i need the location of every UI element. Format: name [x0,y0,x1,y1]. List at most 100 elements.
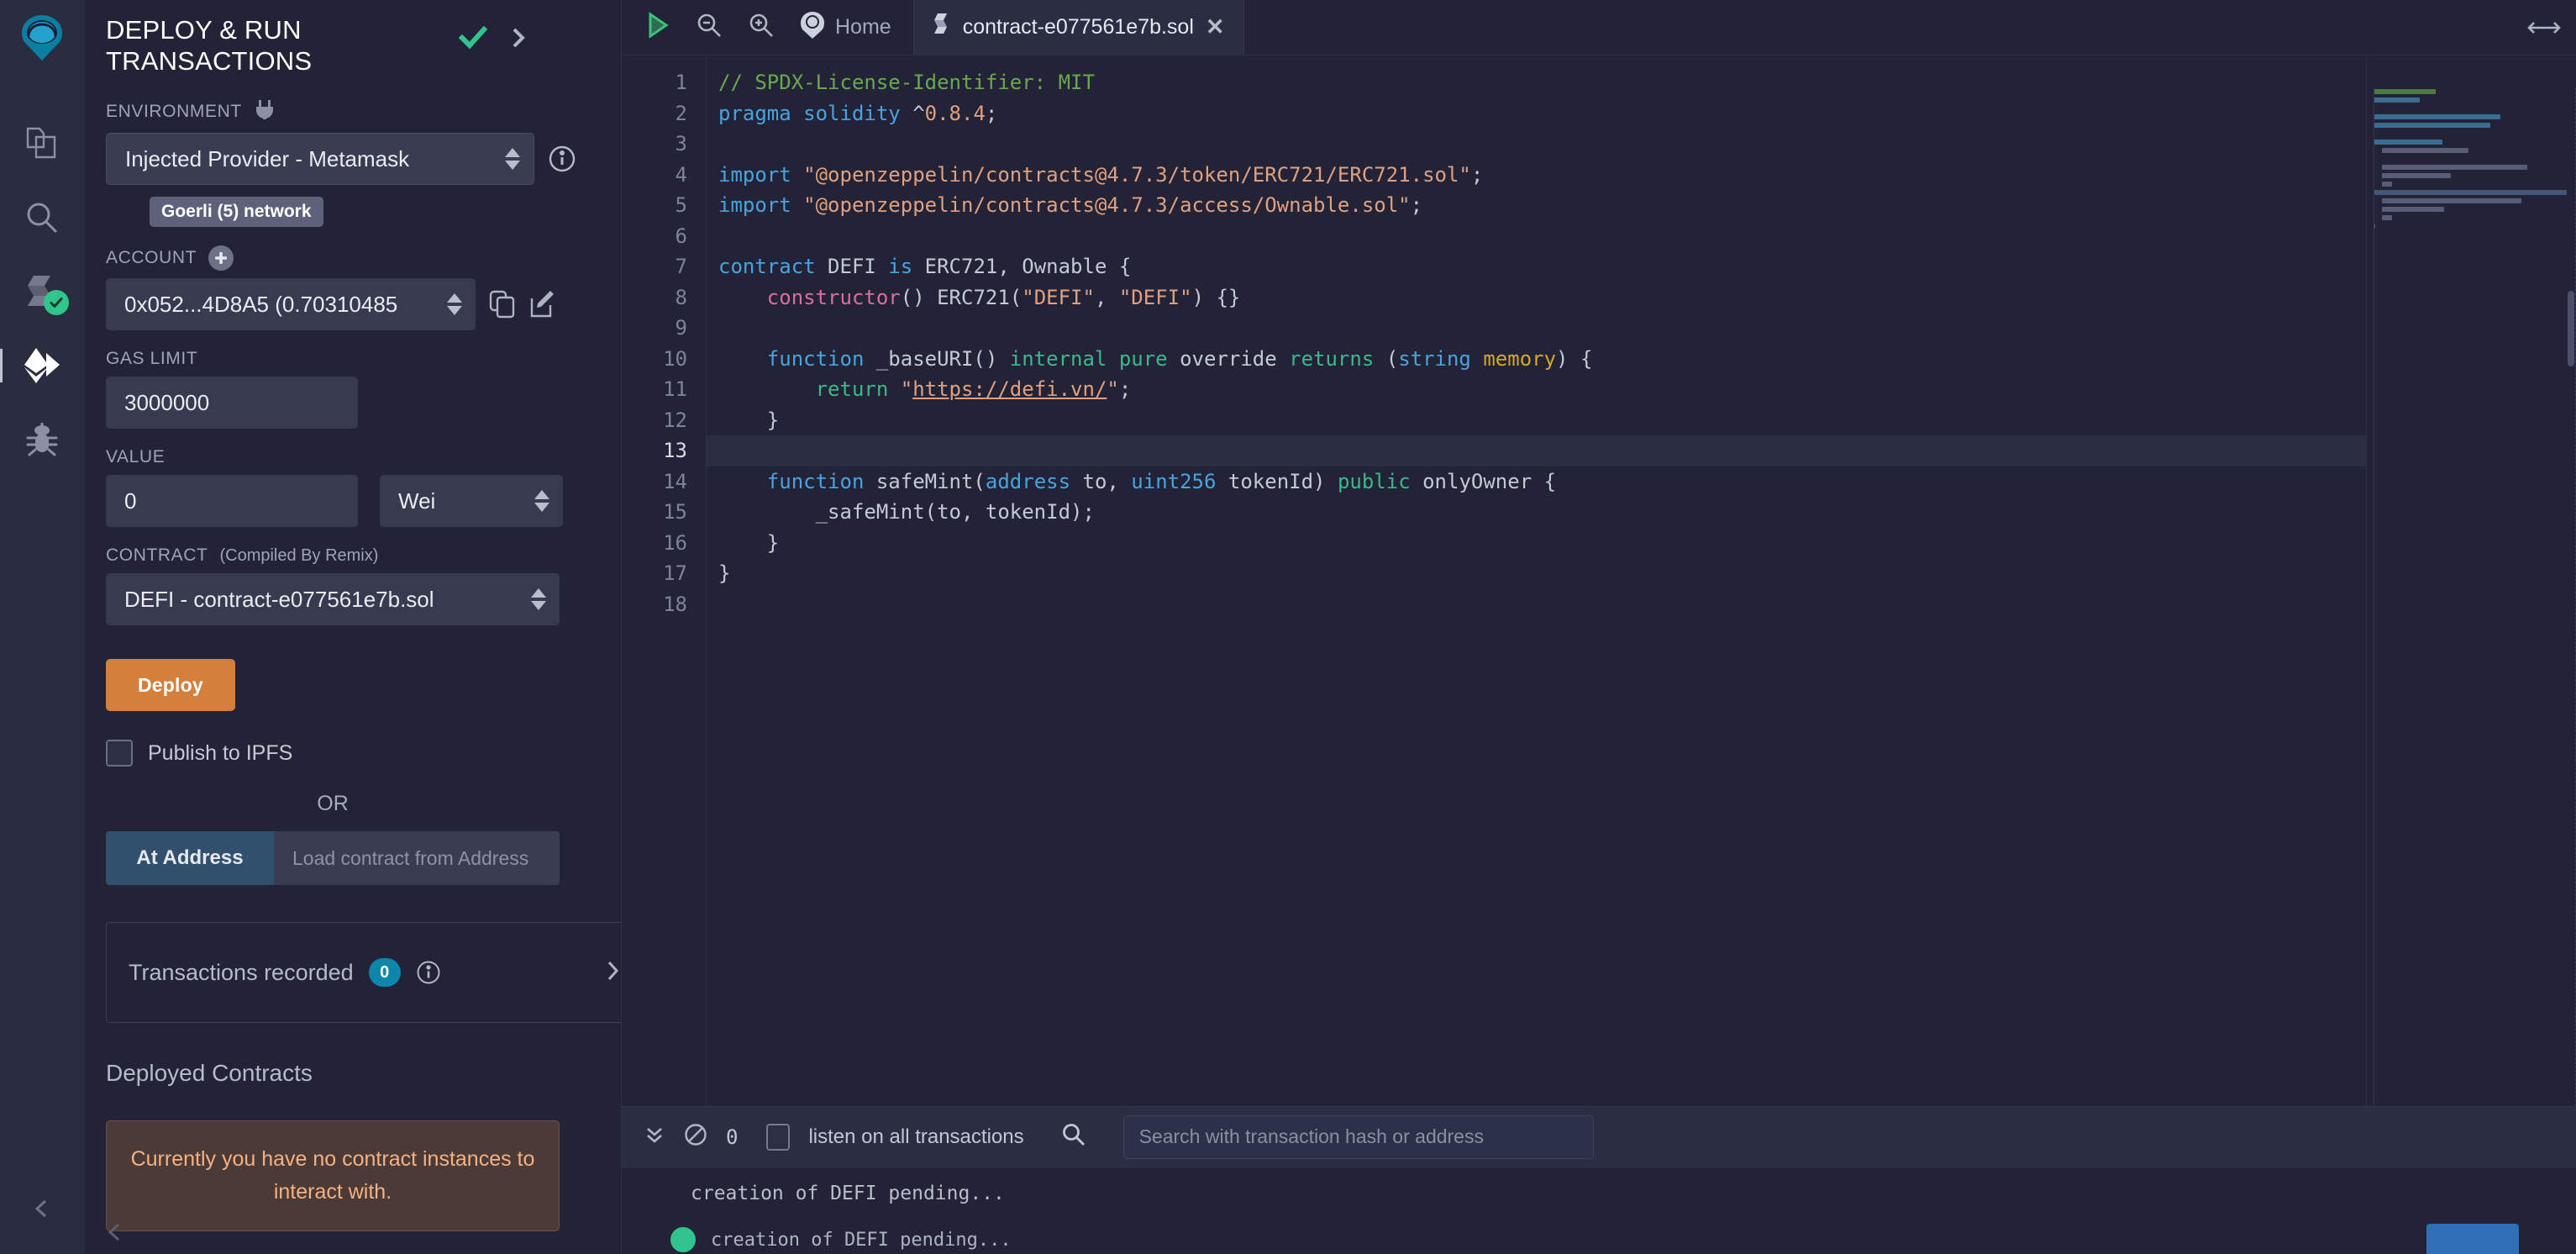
at-address-button[interactable]: At Address [106,831,274,886]
code-line[interactable]: function _baseURI() internal pure overri… [707,344,2366,375]
code-line[interactable] [707,313,2366,344]
listen-all-checkbox[interactable] [766,1123,791,1151]
tab-contract-file[interactable]: contract-e077561e7b.sol ✕ [912,0,1244,55]
editor-minimap[interactable] [2366,55,2576,1106]
checkmark-icon[interactable] [458,25,488,55]
environment-label: ENVIRONMENT [106,98,599,125]
page-title: DEPLOY & RUN TRANSACTIONS [106,15,313,76]
plus-circle-icon[interactable] [208,245,234,271]
environment-info-icon[interactable] [548,145,576,173]
line-number: 12 [663,408,687,432]
edit-icon[interactable] [529,290,556,319]
transactions-info-icon[interactable] [416,960,441,985]
code-line[interactable]: return "https://defi.vn/"; [707,374,2366,405]
line-number: 11 [663,377,687,401]
publish-ipfs-checkbox[interactable] [106,740,133,767]
success-circle-icon [670,1227,696,1252]
gas-limit-input[interactable]: 3000000 [106,377,358,429]
at-address-input[interactable]: Load contract from Address [274,831,560,886]
deploy-run-panel: DEPLOY & RUN TRANSACTIONS ENVIRONMENT In… [84,0,622,1254]
code-line[interactable]: } [707,558,2366,589]
code-line[interactable]: } [707,405,2366,436]
editor-tabbar: Home contract-e077561e7b.sol ✕ [622,0,2576,55]
terminal-search-input[interactable]: Search with transaction hash or address [1122,1114,1594,1159]
line-number: 15 [663,500,687,524]
bug-icon [25,421,59,458]
zoom-in-icon[interactable] [748,12,775,43]
editor-scrollbar[interactable] [2564,55,2576,1106]
code-line[interactable]: _safeMint(to, tokenId); [707,497,2366,528]
contract-select[interactable]: DEFI - contract-e077561e7b.sol [106,573,560,626]
contract-value: DEFI - contract-e077561e7b.sol [124,586,434,612]
publish-ipfs-row[interactable]: Publish to IPFS [106,740,599,767]
search-icon [24,200,60,235]
code-line[interactable] [707,435,2366,466]
double-chevron-down-icon[interactable] [644,1124,665,1150]
chevron-updown-icon [447,293,462,316]
sidebar-item-search[interactable] [0,181,84,255]
gas-limit-value: 3000000 [124,389,210,415]
remix-home-icon [800,11,825,44]
code-line[interactable] [707,589,2366,620]
value-input[interactable]: 0 [106,475,358,528]
search-icon[interactable] [1061,1122,1086,1151]
code-line[interactable]: constructor() ERC721("DEFI", "DEFI") {} [707,282,2366,314]
value-unit-select[interactable]: Wei [380,475,563,528]
copy-icon[interactable] [489,290,516,319]
line-number: 7 [675,255,687,278]
sidebar-item-file-explorer[interactable] [0,107,84,181]
sidebar-item-settings[interactable] [0,1172,84,1246]
home-label: Home [835,15,891,39]
sidebar-item-debugger[interactable] [0,403,84,477]
code-line[interactable]: contract DEFI is ERC721, Ownable { [707,251,2366,282]
code-line[interactable]: function safeMint(address to, uint256 to… [707,466,2366,498]
environment-value: Injected Provider - Metamask [125,145,410,171]
code-line[interactable]: import "@openzeppelin/contracts@4.7.3/ac… [707,190,2366,221]
panel-collapse-icon[interactable] [104,1221,126,1247]
code-area[interactable]: // SPDX-License-Identifier: MIT pragma so… [706,55,2366,1106]
code-line[interactable] [707,129,2366,160]
transactions-chevron-icon[interactable] [604,959,621,987]
line-number: 14 [663,469,687,493]
code-editor[interactable]: 1 2 3 4 5 6 7 8 9 10 11 12 13 14 15 16 17 18 // SPDX-Lice… [622,55,2576,1106]
compiler-success-badge [43,290,69,315]
line-number: 16 [663,530,687,555]
home-tab[interactable]: Home [800,11,891,44]
no-entry-icon[interactable] [684,1123,707,1151]
terminal-log[interactable]: creation of DEFI pending... creation of … [622,1167,2576,1254]
tab-label: contract-e077561e7b.sol [962,15,1194,39]
sidebar-item-solidity-compiler[interactable] [0,255,84,329]
line-number: 3 [675,132,687,155]
transactions-recorded-box[interactable]: Transactions recorded 0 [106,922,621,1024]
panel-header: DEPLOY & RUN TRANSACTIONS [84,0,621,80]
close-icon[interactable]: ✕ [1206,14,1225,40]
terminal-panel: 0 listen on all transactions Search with… [622,1106,2576,1254]
solidity-file-icon [933,13,951,42]
remix-logo[interactable] [16,12,68,68]
at-address-row: At Address Load contract from Address [106,831,560,886]
value-unit: Wei [398,487,436,514]
environment-select[interactable]: Injected Provider - Metamask [106,133,534,186]
account-label: ACCOUNT [106,245,599,271]
chevron-right-icon[interactable] [509,26,528,54]
value-label: VALUE [106,447,166,467]
line-number: 13 [663,439,687,462]
contract-label: CONTRACT (Compiled By Remix) [106,545,379,566]
line-number-gutter: 1 2 3 4 5 6 7 8 9 10 11 12 13 14 15 16 17 18 [622,55,706,1106]
code-line[interactable]: pragma solidity ^0.8.4; [707,98,2366,129]
deploy-form: ENVIRONMENT Injected Provider - Metamask [84,98,621,886]
code-line[interactable] [707,221,2366,252]
play-icon[interactable] [645,12,670,43]
code-line[interactable]: } [707,528,2366,559]
terminal-tx-row[interactable]: creation of DEFI pending... [622,1220,2576,1254]
line-number: 5 [675,193,687,217]
zoom-out-icon[interactable] [696,12,723,43]
deploy-button[interactable]: Deploy [106,659,235,712]
code-line[interactable]: // SPDX-License-Identifier: MIT [707,67,2366,98]
code-line[interactable]: import "@openzeppelin/contracts@4.7.3/to… [707,160,2366,191]
horizontal-resize-icon[interactable] [2527,0,2576,55]
account-select[interactable]: 0x052...4D8A5 (0.70310485 [106,278,476,331]
terminal-tx-debug-button[interactable] [2426,1224,2519,1254]
account-value: 0x052...4D8A5 (0.70310485 [124,291,398,317]
sidebar-item-deploy-run[interactable] [0,329,84,403]
